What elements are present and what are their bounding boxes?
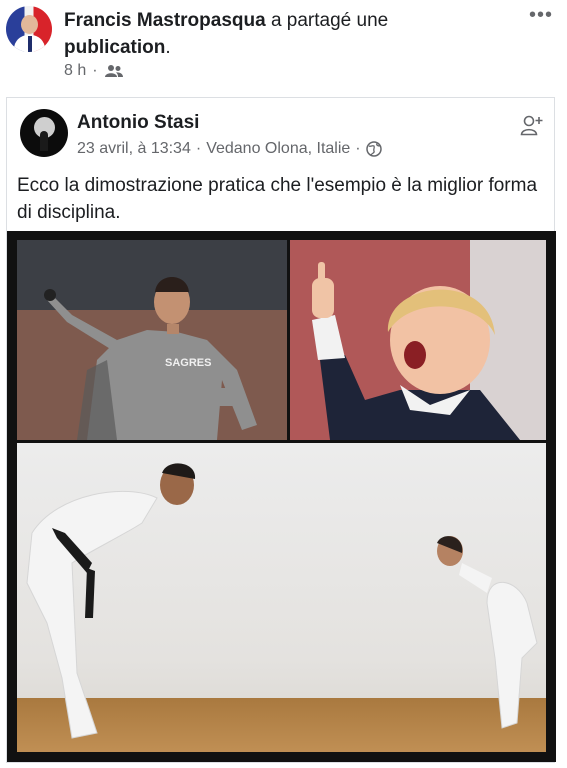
- shared-post-card: Antonio Stasi 23 avril, à 13:34 · Vedano…: [6, 97, 556, 763]
- author-avatar[interactable]: [20, 109, 68, 157]
- globe-icon[interactable]: [365, 141, 382, 157]
- post-location[interactable]: Vedano Olona, Italie: [206, 140, 350, 158]
- sharer-action-text: a partagé une: [270, 10, 389, 31]
- post-text: Ecco la dimostrazione pratica che l'esem…: [17, 175, 538, 223]
- image-panel-child: [290, 240, 546, 440]
- post-date[interactable]: 23 avril, à 13:34: [77, 140, 191, 158]
- image-panel-footballer: SAGRES: [17, 240, 287, 440]
- sharer-title: Francis Mastropasqua a partagé une publi…: [64, 7, 504, 61]
- sharer-avatar[interactable]: [6, 6, 52, 52]
- jersey-sponsor-text: SAGRES: [165, 357, 211, 369]
- meta-separator: ·: [195, 140, 202, 157]
- image-panel-karate-bow: [17, 443, 546, 752]
- meta-separator: ·: [355, 140, 361, 157]
- publication-link[interactable]: publication: [64, 37, 165, 58]
- sharer-header: Francis Mastropasqua a partagé une publi…: [0, 0, 567, 92]
- author-name-link[interactable]: Antonio Stasi: [77, 112, 199, 134]
- sharer-meta: 8 h ·: [64, 62, 124, 80]
- sharer-title-period: .: [165, 37, 171, 58]
- post-meta: 23 avril, à 13:34 · Vedano Olona, Italie…: [77, 140, 382, 158]
- post-image[interactable]: SAGRES: [7, 231, 556, 762]
- meta-separator: ·: [92, 62, 98, 79]
- more-options-button[interactable]: •••: [529, 4, 553, 27]
- add-friend-icon[interactable]: [520, 114, 544, 136]
- sharer-name-link[interactable]: Francis Mastropasqua: [64, 10, 266, 31]
- friends-icon[interactable]: [104, 64, 124, 78]
- share-time[interactable]: 8 h: [64, 62, 86, 80]
